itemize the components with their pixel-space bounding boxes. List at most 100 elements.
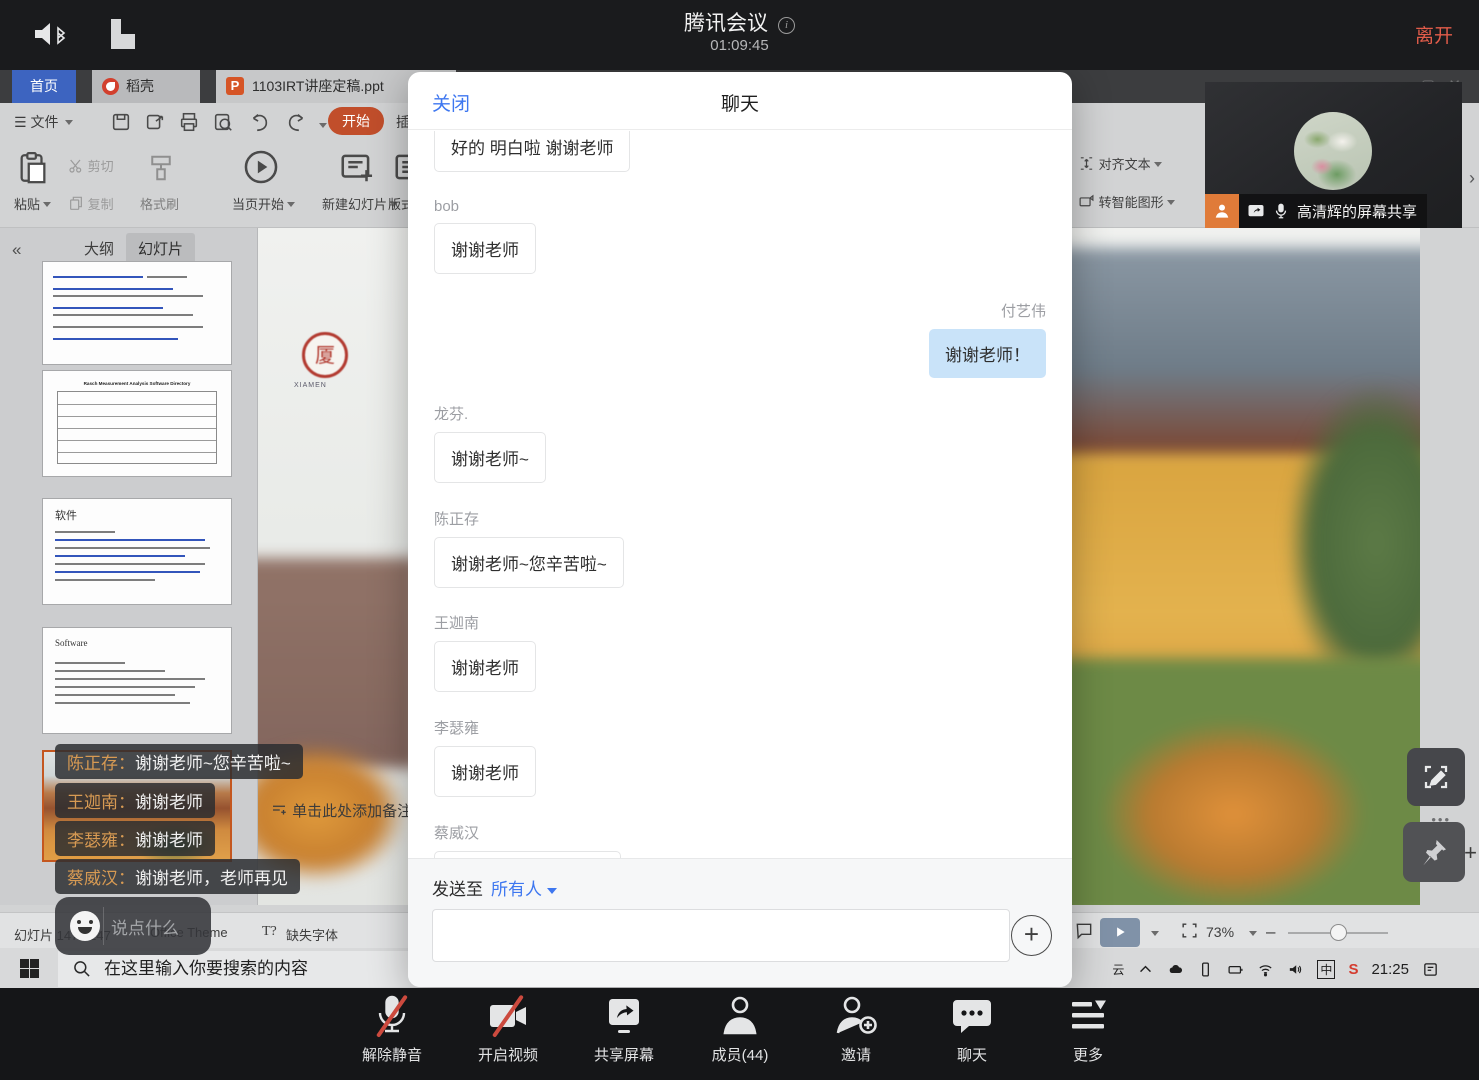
preview-icon[interactable] xyxy=(212,111,234,133)
mic-muted-icon xyxy=(369,994,415,1038)
slide-thumbnail-145[interactable]: 软件 xyxy=(42,498,232,605)
danmaku-message: 李瑟雍：谢谢老师 xyxy=(55,821,215,856)
invite-button[interactable]: 邀请 xyxy=(804,994,908,1065)
chevron-down-icon xyxy=(547,888,557,894)
save-icon[interactable] xyxy=(110,111,132,133)
cut-button[interactable]: 剪切 xyxy=(68,156,114,175)
ime-icon[interactable]: 中 xyxy=(1317,960,1335,979)
tab-docer[interactable]: 稻壳 xyxy=(92,70,200,103)
emoji-icon[interactable] xyxy=(70,911,100,941)
to-smartart-button[interactable]: 转智能图形 xyxy=(1078,192,1175,211)
tray-clock[interactable]: 21:25 xyxy=(1371,961,1409,978)
video-strip-arrow-icon[interactable]: › xyxy=(1469,168,1475,189)
pin-toolbar-button[interactable] xyxy=(1403,822,1465,882)
avatar xyxy=(1294,112,1372,190)
zoom-level[interactable]: 73% xyxy=(1206,924,1234,940)
tray-expand-icon[interactable] xyxy=(1137,961,1154,978)
chat-sender: bob xyxy=(434,198,1046,215)
file-menu[interactable]: ☰ 文件 xyxy=(14,112,73,132)
chat-message-list[interactable]: 好的 明白啦 谢谢老师 bob 谢谢老师 付艺伟 谢谢老师！ 龙芬. 谢谢老师~… xyxy=(408,131,1072,858)
tab-document-label: 1103IRT讲座定稿.ppt xyxy=(252,78,384,94)
redo-icon[interactable] xyxy=(286,111,308,133)
search-icon xyxy=(72,959,92,979)
paste-icon[interactable] xyxy=(16,148,50,188)
paste-button[interactable]: 粘贴 xyxy=(14,194,51,213)
meeting-title: 腾讯会议i xyxy=(0,7,1479,37)
thumb-146-title: Software xyxy=(55,638,88,648)
photo-flowers-right xyxy=(1028,658,1420,905)
copy-button[interactable]: 复制 xyxy=(68,194,114,213)
info-icon[interactable]: i xyxy=(778,17,795,34)
annotation-pencil-button[interactable] xyxy=(1407,748,1465,806)
zoom-slider-knob[interactable] xyxy=(1330,924,1347,941)
comment-icon[interactable] xyxy=(1074,921,1094,944)
format-painter-icon[interactable] xyxy=(146,150,176,186)
missing-font-warning[interactable]: 缺失字体 xyxy=(286,925,338,944)
chat-input[interactable] xyxy=(432,909,1010,962)
slide-thumbnail-146[interactable]: Software xyxy=(42,627,232,734)
thumb-144-title: Rasch Measurement Analysis Software Dire… xyxy=(43,381,231,386)
chat-message-self: 谢谢老师！ xyxy=(434,329,1046,378)
zoom-caret[interactable] xyxy=(1249,931,1257,936)
play-from-page-button[interactable]: 当页开始 xyxy=(232,194,295,213)
share-screen-icon xyxy=(601,994,647,1038)
taskbar-search-input[interactable]: 在这里输入你要搜索的内容 xyxy=(58,951,458,987)
wifi-icon[interactable] xyxy=(1257,961,1274,978)
share-screen-button[interactable]: 共享屏幕 xyxy=(572,994,676,1065)
export-icon[interactable] xyxy=(144,111,166,133)
slide-thumbnail-143[interactable] xyxy=(42,261,232,365)
align-text-button[interactable]: 对齐文本 xyxy=(1078,154,1162,173)
invite-icon xyxy=(833,994,879,1038)
zoom-out-button[interactable]: – xyxy=(1266,922,1275,942)
video-tile-bar: 高清辉的屏幕共享 xyxy=(1205,194,1427,228)
cloud-cn-icon[interactable]: 云 xyxy=(1112,961,1124,978)
phone-icon[interactable] xyxy=(1197,961,1214,978)
missing-font-icon: T? xyxy=(262,924,277,940)
new-slide-button[interactable]: 新建幻灯片 xyxy=(322,194,398,213)
thumb-145-title: 软件 xyxy=(55,507,77,523)
screen: 首页 稻壳 P1103IRT讲座定稿.ppt ☰ 文件 开始 插入 粘贴 剪切 … xyxy=(0,0,1479,1080)
screen-share-video-tile[interactable]: 高清辉的屏幕共享 xyxy=(1205,82,1462,228)
windows-start-button[interactable] xyxy=(20,959,39,978)
print-icon[interactable] xyxy=(178,111,200,133)
members-button[interactable]: 成员(44) xyxy=(688,994,792,1065)
collapse-panel-icon[interactable]: « xyxy=(12,240,21,260)
unmute-button[interactable]: 解除静音 xyxy=(340,994,444,1065)
tab-docer-label: 稻壳 xyxy=(126,78,154,94)
danmaku-message: 王迦南：谢谢老师 xyxy=(55,783,215,818)
send-to-selector[interactable]: 所有人 xyxy=(491,880,542,899)
more-button[interactable]: 更多 xyxy=(1036,994,1140,1065)
say-something-bubble[interactable]: 说点什么 xyxy=(55,897,211,955)
attach-plus-button[interactable]: + xyxy=(1011,915,1052,956)
undo-icon[interactable] xyxy=(248,111,270,133)
ribbon-tab-start[interactable]: 开始 xyxy=(328,107,384,135)
play-from-page-icon[interactable] xyxy=(242,148,280,186)
system-tray: 云 中 S 21:25 xyxy=(1112,948,1439,990)
leave-meeting-button[interactable]: 离开 xyxy=(1415,21,1453,48)
new-slide-icon[interactable] xyxy=(338,148,376,186)
battery-icon[interactable] xyxy=(1227,961,1244,978)
meeting-timer: 01:09:45 xyxy=(0,37,1479,54)
chat-footer: 发送至所有人 + xyxy=(408,858,1072,987)
cloud-icon[interactable] xyxy=(1167,961,1184,978)
speaker-icon[interactable] xyxy=(1287,961,1304,978)
more-icon xyxy=(1065,994,1111,1038)
tab-slides[interactable]: 幻灯片 xyxy=(126,233,195,264)
start-video-button[interactable]: 开启视频 xyxy=(456,994,560,1065)
slideshow-button[interactable] xyxy=(1100,918,1140,947)
danmaku-message: 蔡威汉：谢谢老师，老师再见 xyxy=(55,859,300,894)
chat-message: 谢谢老师~您辛苦啦~ xyxy=(434,537,1046,588)
chat-sender: 付艺伟 xyxy=(434,300,1046,321)
fit-screen-icon[interactable] xyxy=(1180,921,1199,943)
chat-message: 谢谢老师 xyxy=(434,746,1046,797)
chat-message: 谢谢老师，老师再见 xyxy=(434,851,1046,858)
slide-thumbnail-144[interactable]: Rasch Measurement Analysis Software Dire… xyxy=(42,370,232,477)
sogou-icon[interactable]: S xyxy=(1348,961,1358,978)
zoom-in-button[interactable]: + xyxy=(1464,840,1477,866)
slideshow-caret[interactable] xyxy=(1151,931,1159,936)
format-painter-button[interactable]: 格式刷 xyxy=(140,194,179,213)
tab-outline[interactable]: 大纲 xyxy=(84,238,114,259)
notification-center-icon[interactable] xyxy=(1422,961,1439,978)
chat-button[interactable]: 聊天 xyxy=(920,994,1024,1065)
tab-home[interactable]: 首页 xyxy=(12,70,76,103)
